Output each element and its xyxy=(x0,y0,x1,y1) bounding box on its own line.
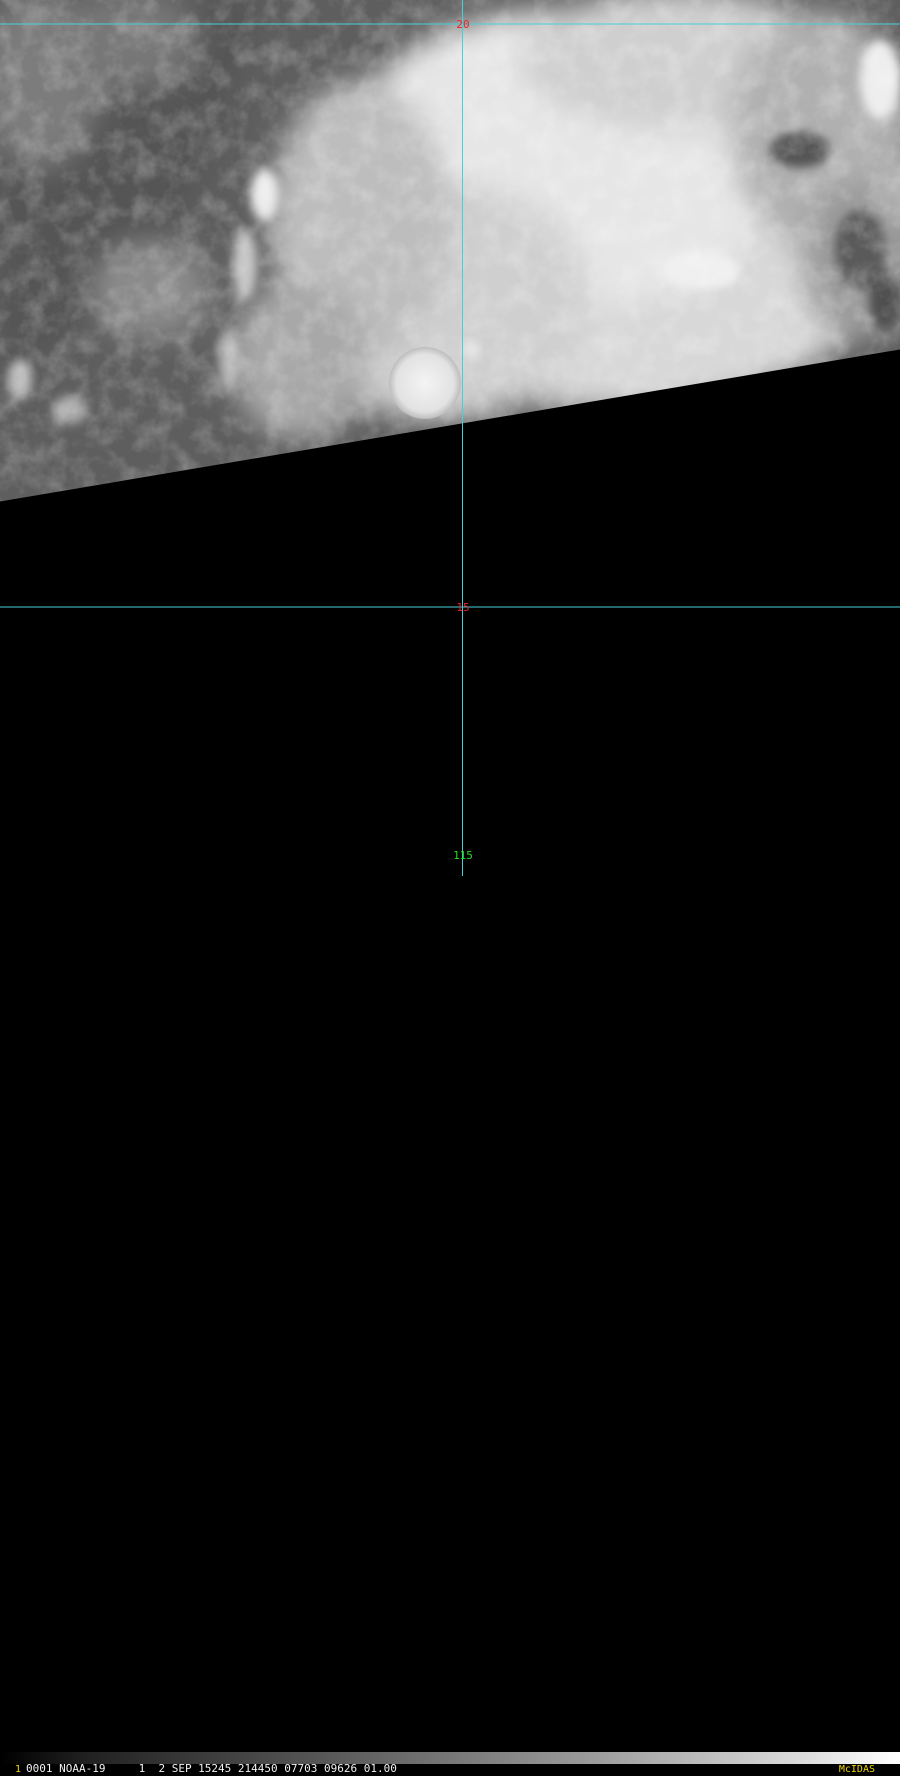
status-line: 1 0001 NOAA-19 1 2 SEP 15245 214450 0770… xyxy=(0,1762,900,1776)
lat-label-15: 15 xyxy=(456,601,469,614)
satellite-image: 20 15 115 xyxy=(0,0,900,900)
lon-label-115: 115 xyxy=(453,849,473,862)
convective-cell xyxy=(389,347,461,419)
frame-number: 1 xyxy=(15,1764,22,1775)
lat-label-20: 20 xyxy=(456,18,469,31)
satellite-image-viewport: 20 15 115 xyxy=(0,0,900,900)
image-metadata-text: 0001 NOAA-19 1 2 SEP 15245 214450 07703 … xyxy=(26,1762,397,1775)
status-bar: 1 0001 NOAA-19 1 2 SEP 15245 214450 0770… xyxy=(0,876,900,1776)
mcidas-brand: McIDAS xyxy=(838,1764,875,1775)
